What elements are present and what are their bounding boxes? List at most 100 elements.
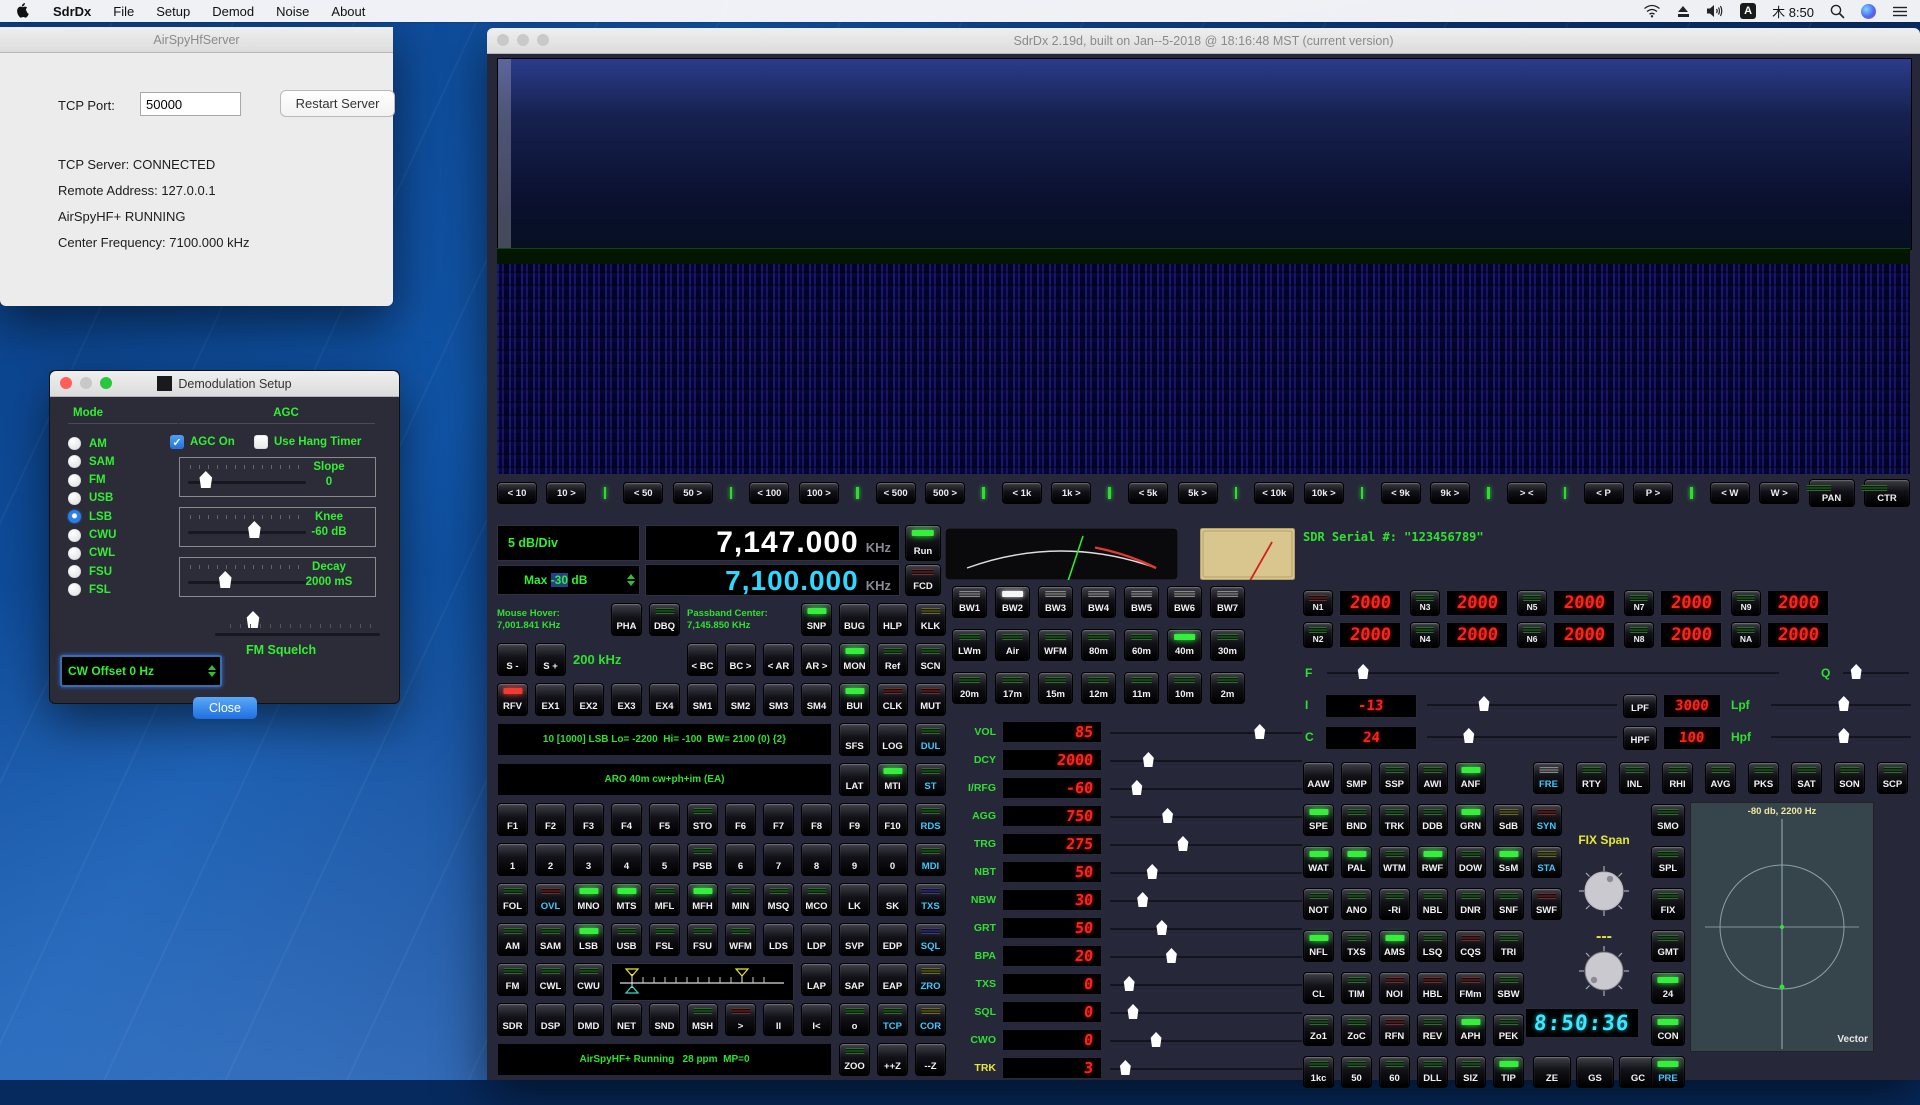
tuning-50[interactable]: < 50 <box>623 482 663 504</box>
button-rds[interactable]: RDS <box>915 803 946 836</box>
spotlight-icon[interactable] <box>1830 4 1845 19</box>
button-sdb[interactable]: SdB <box>1493 804 1524 836</box>
mode-radio-fsu[interactable]: FSU <box>68 565 112 578</box>
button-anf[interactable]: ANF <box>1455 762 1486 794</box>
button-ri[interactable]: -Ri <box>1379 888 1410 920</box>
button-60[interactable]: 60 <box>1379 1056 1410 1088</box>
slider-track-dcy[interactable] <box>1110 749 1302 771</box>
tuning-1k[interactable]: < 1k <box>1002 482 1042 504</box>
f-slider[interactable] <box>1327 672 1779 674</box>
button-sat[interactable]: SAT <box>1791 762 1822 794</box>
button-f10[interactable]: F10 <box>877 803 908 836</box>
slider-thumb-agg[interactable] <box>1162 808 1174 823</box>
button-hbl[interactable]: HBL <box>1417 972 1448 1004</box>
menu-item-noise[interactable]: Noise <box>276 4 309 19</box>
button-fcd[interactable]: FCD <box>905 564 941 596</box>
button-nfl[interactable]: NFL <box>1303 930 1334 962</box>
mode-radio-sam[interactable]: SAM <box>68 455 115 468</box>
button-24[interactable]: 24 <box>1651 972 1685 1004</box>
button-ex1[interactable]: EX1 <box>535 683 566 716</box>
button-msq[interactable]: MSQ <box>763 883 794 916</box>
tuning-10[interactable]: 10 > <box>546 482 586 504</box>
close-button[interactable]: Close <box>193 697 257 719</box>
button-pha[interactable]: PHA <box>611 603 642 636</box>
button-bnd[interactable]: BND <box>1341 804 1372 836</box>
main-titlebar[interactable]: SdrDx 2.19d, built on Jan--5-2018 @ 18:1… <box>487 28 1920 54</box>
tuned-frequency-display[interactable]: 7,147.000 KHz <box>645 525 900 561</box>
close-window-button[interactable] <box>60 377 72 389</box>
button-fix[interactable]: FIX <box>1651 888 1685 920</box>
button-cqs[interactable]: CQS <box>1455 930 1486 962</box>
button-f3[interactable]: F3 <box>573 803 604 836</box>
tuning-500[interactable]: < 500 <box>876 482 916 504</box>
max-db-spin-arrows[interactable] <box>627 574 635 586</box>
volume-icon[interactable] <box>1706 4 1724 18</box>
button-z[interactable]: --Z <box>915 1043 946 1076</box>
button-dsp[interactable]: DSP <box>535 1003 566 1036</box>
button-msh[interactable]: MSH <box>687 1003 718 1036</box>
mode-radio-cwu[interactable]: CWU <box>68 529 116 542</box>
slider-track-vol[interactable] <box>1110 721 1302 743</box>
tuning-100[interactable]: < 100 <box>749 482 789 504</box>
button-tip[interactable]: TIP <box>1493 1056 1524 1088</box>
button-n5[interactable]: N5 <box>1517 590 1547 616</box>
button-snp[interactable]: SNP <box>801 603 832 636</box>
radio-circle[interactable] <box>68 510 81 523</box>
button-sto[interactable]: STO <box>687 803 718 836</box>
button-sk[interactable]: SK <box>877 883 908 916</box>
demod-traffic-lights[interactable] <box>60 377 112 389</box>
slider-thumb-txs[interactable] <box>1123 976 1135 991</box>
slider-track[interactable] <box>188 581 306 584</box>
button-f5[interactable]: F5 <box>649 803 680 836</box>
button-lwm[interactable]: LWm <box>952 629 987 661</box>
button-n9[interactable]: N9 <box>1731 590 1761 616</box>
button-f9[interactable]: F9 <box>839 803 870 836</box>
button-bw7[interactable]: BW7 <box>1210 586 1245 618</box>
radio-circle[interactable] <box>68 547 81 560</box>
button-wat[interactable]: WAT <box>1303 846 1334 878</box>
i-slider-thumb[interactable] <box>1478 696 1490 711</box>
button-hlp[interactable]: HLP <box>877 603 908 636</box>
button-bw4[interactable]: BW4 <box>1081 586 1116 618</box>
button-dul[interactable]: DUL <box>915 723 946 756</box>
radio-circle[interactable] <box>68 492 81 505</box>
button-txs[interactable]: TXS <box>915 883 946 916</box>
lpf-slider-thumb[interactable] <box>1838 696 1850 711</box>
slider-track-sql[interactable] <box>1110 1001 1302 1023</box>
button-not[interactable]: NOT <box>1303 888 1334 920</box>
button-ams[interactable]: AMS <box>1379 930 1410 962</box>
menu-item-demod[interactable]: Demod <box>212 4 254 19</box>
button-bw6[interactable]: BW6 <box>1167 586 1202 618</box>
tuning-10[interactable]: < 10 <box>497 482 537 504</box>
button-dow[interactable]: DOW <box>1455 846 1486 878</box>
button-1kc[interactable]: 1kc <box>1303 1056 1334 1088</box>
hang-timer-checkbox[interactable]: Use Hang Timer <box>254 435 361 449</box>
button-fmm[interactable]: FMm <box>1455 972 1486 1004</box>
vector-scope[interactable]: -80 db, 2200 Hz Vector <box>1690 802 1874 1052</box>
main-minimize-button[interactable] <box>517 34 529 46</box>
button-cwu[interactable]: CWU <box>573 963 604 996</box>
button-sbw[interactable]: SBW <box>1493 972 1524 1004</box>
button-z[interactable]: ++Z <box>877 1043 908 1076</box>
button-pek[interactable]: PEK <box>1493 1014 1524 1046</box>
button-n8[interactable]: N8 <box>1624 622 1654 648</box>
button-rty[interactable]: RTY <box>1576 762 1607 794</box>
slider-thumb[interactable] <box>218 571 232 588</box>
button-ssm[interactable]: SsM <box>1493 846 1524 878</box>
button-mts[interactable]: MTS <box>611 883 642 916</box>
button-syn[interactable]: SYN <box>1531 804 1562 836</box>
tuning-50[interactable]: 50 > <box>673 482 713 504</box>
button-dnr[interactable]: DNR <box>1455 888 1486 920</box>
button-rwf[interactable]: RWF <box>1417 846 1448 878</box>
button-wtm[interactable]: WTM <box>1379 846 1410 878</box>
slider-track[interactable] <box>188 531 306 534</box>
main-zoom-button[interactable] <box>537 34 549 46</box>
input-source-icon[interactable]: A <box>1740 3 1756 19</box>
button-avg[interactable]: AVG <box>1705 762 1736 794</box>
spectrum-display[interactable] <box>497 58 1912 250</box>
button-cwl[interactable]: CWL <box>535 963 566 996</box>
button-net[interactable]: NET <box>611 1003 642 1036</box>
radio-circle[interactable] <box>68 437 81 450</box>
mode-radio-fsl[interactable]: FSL <box>68 583 111 596</box>
slider-track-cwo[interactable] <box>1110 1029 1302 1051</box>
